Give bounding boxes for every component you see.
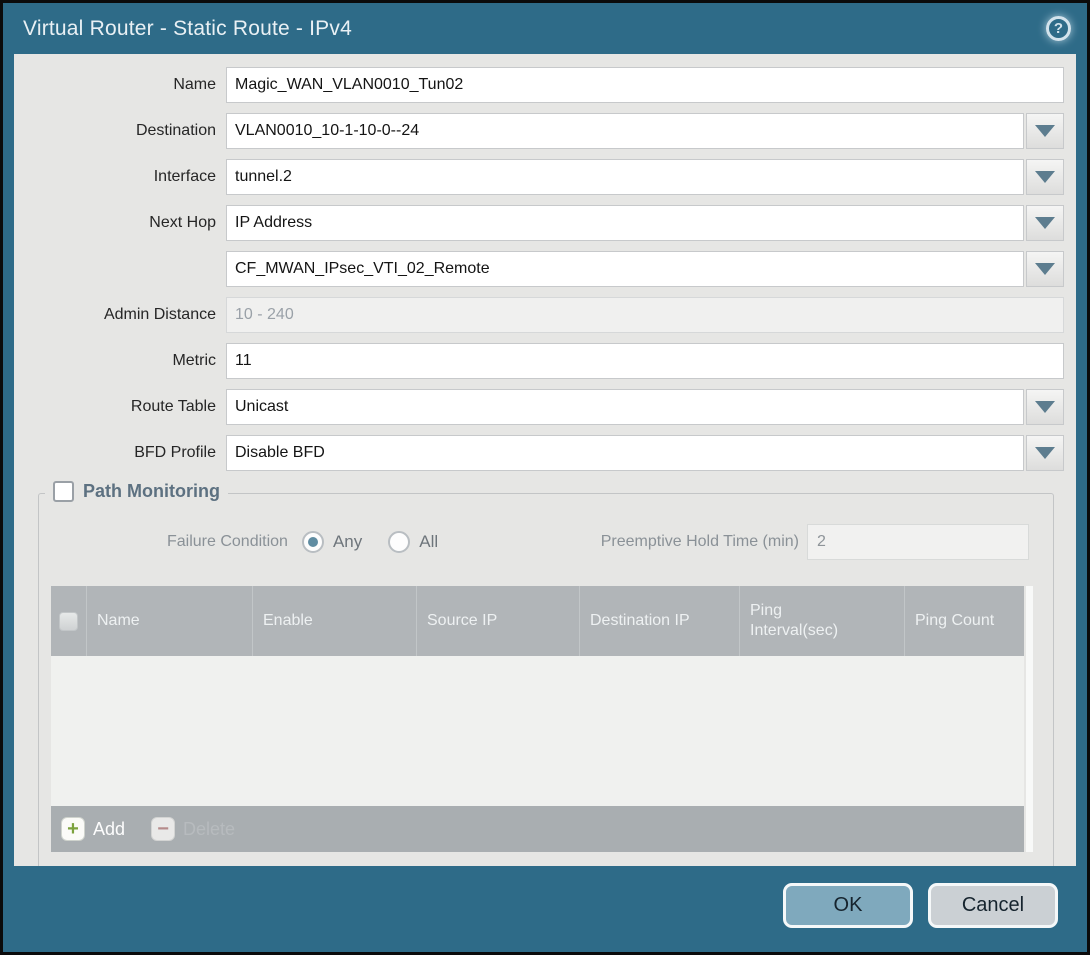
bfd-profile-row: BFD Profile Disable BFD: [28, 435, 1064, 471]
help-icon[interactable]: ?: [1046, 16, 1071, 41]
add-button[interactable]: + Add: [61, 817, 125, 841]
col-header-name[interactable]: Name: [87, 586, 253, 656]
dialog-title: Virtual Router - Static Route - IPv4: [23, 17, 352, 41]
preemptive-hold-time-label: Preemptive Hold Time (min): [601, 533, 799, 551]
table-toolbar: + Add − Delete: [51, 806, 1024, 852]
destination-row: Destination VLAN0010_10-1-10-0--24: [28, 113, 1064, 149]
chevron-down-icon: [1035, 171, 1055, 183]
cancel-button[interactable]: Cancel: [928, 883, 1058, 928]
route-table-dropdown-button[interactable]: [1026, 389, 1064, 425]
route-table-label: Route Table: [28, 389, 226, 425]
metric-label: Metric: [28, 343, 226, 379]
next-hop-address-dropdown-button[interactable]: [1026, 251, 1064, 287]
radio-all-label: All: [419, 532, 438, 552]
path-monitoring-legend: Path Monitoring: [45, 481, 228, 502]
name-label: Name: [28, 67, 226, 103]
col-header-destination-ip[interactable]: Destination IP: [580, 586, 740, 656]
delete-button-label: Delete: [183, 819, 235, 840]
path-monitoring-table-wrap: Name Enable Source IP Destination IP Pin…: [51, 586, 1033, 852]
preemptive-hold-time-input[interactable]: 2: [807, 524, 1029, 560]
admin-distance-label: Admin Distance: [28, 297, 226, 333]
failure-condition-radio-group: Any All: [302, 531, 438, 553]
chevron-down-icon: [1035, 217, 1055, 229]
destination-input[interactable]: VLAN0010_10-1-10-0--24: [226, 113, 1024, 149]
bfd-profile-dropdown-button[interactable]: [1026, 435, 1064, 471]
destination-label: Destination: [28, 113, 226, 149]
ok-button[interactable]: OK: [783, 883, 913, 928]
add-button-label: Add: [93, 819, 125, 840]
delete-icon: −: [151, 817, 175, 841]
metric-row: Metric 11: [28, 343, 1064, 379]
next-hop-label: Next Hop: [28, 205, 226, 241]
name-input[interactable]: Magic_WAN_VLAN0010_Tun02: [226, 67, 1064, 103]
bfd-profile-input[interactable]: Disable BFD: [226, 435, 1024, 471]
admin-distance-row: Admin Distance 10 - 240: [28, 297, 1064, 333]
static-route-dialog: Virtual Router - Static Route - IPv4 ? N…: [0, 0, 1090, 955]
radio-any-label: Any: [333, 532, 362, 552]
chevron-down-icon: [1035, 263, 1055, 275]
col-header-ping-count[interactable]: Ping Count: [905, 586, 1024, 656]
route-table-row: Route Table Unicast: [28, 389, 1064, 425]
path-monitoring-table: Name Enable Source IP Destination IP Pin…: [51, 586, 1024, 852]
path-monitoring-section: Path Monitoring Failure Condition Any Al…: [38, 493, 1054, 866]
next-hop-row: Next Hop IP Address: [28, 205, 1064, 241]
col-header-ping-interval[interactable]: Ping Interval(sec): [740, 586, 905, 656]
name-row: Name Magic_WAN_VLAN0010_Tun02: [28, 67, 1064, 103]
table-header: Name Enable Source IP Destination IP Pin…: [51, 586, 1024, 656]
chevron-down-icon: [1035, 401, 1055, 413]
chevron-down-icon: [1035, 447, 1055, 459]
path-monitoring-checkbox[interactable]: [53, 481, 74, 502]
radio-any[interactable]: [302, 531, 324, 553]
col-header-source-ip[interactable]: Source IP: [417, 586, 580, 656]
next-hop-address-input[interactable]: CF_MWAN_IPsec_VTI_02_Remote: [226, 251, 1024, 287]
table-body-empty: [51, 656, 1024, 806]
select-all-checkbox[interactable]: [59, 612, 78, 631]
preemptive-hold-time-group: Preemptive Hold Time (min) 2: [601, 524, 1029, 560]
interface-label: Interface: [28, 159, 226, 195]
next-hop-type-dropdown-button[interactable]: [1026, 205, 1064, 241]
route-table-input[interactable]: Unicast: [226, 389, 1024, 425]
dialog-footer: OK Cancel: [3, 866, 1087, 952]
add-icon: +: [61, 817, 85, 841]
metric-input[interactable]: 11: [226, 343, 1064, 379]
table-scrollbar-track[interactable]: [1026, 586, 1033, 852]
delete-button[interactable]: − Delete: [151, 817, 235, 841]
radio-all[interactable]: [388, 531, 410, 553]
next-hop-address-row: CF_MWAN_IPsec_VTI_02_Remote: [28, 251, 1064, 287]
interface-row: Interface tunnel.2: [28, 159, 1064, 195]
destination-dropdown-button[interactable]: [1026, 113, 1064, 149]
dialog-titlebar: Virtual Router - Static Route - IPv4 ?: [3, 3, 1087, 54]
col-header-enable[interactable]: Enable: [253, 586, 417, 656]
failure-condition-label: Failure Condition: [167, 533, 288, 551]
admin-distance-input[interactable]: 10 - 240: [226, 297, 1064, 333]
next-hop-type-input[interactable]: IP Address: [226, 205, 1024, 241]
failure-condition-row: Failure Condition Any All Preemptive Hol…: [39, 524, 1053, 560]
path-monitoring-title: Path Monitoring: [83, 481, 220, 502]
select-all-cell: [51, 586, 87, 656]
interface-dropdown-button[interactable]: [1026, 159, 1064, 195]
bfd-profile-label: BFD Profile: [28, 435, 226, 471]
interface-input[interactable]: tunnel.2: [226, 159, 1024, 195]
next-hop-address-label: [28, 251, 226, 287]
dialog-content: Name Magic_WAN_VLAN0010_Tun02 Destinatio…: [14, 54, 1076, 866]
chevron-down-icon: [1035, 125, 1055, 137]
